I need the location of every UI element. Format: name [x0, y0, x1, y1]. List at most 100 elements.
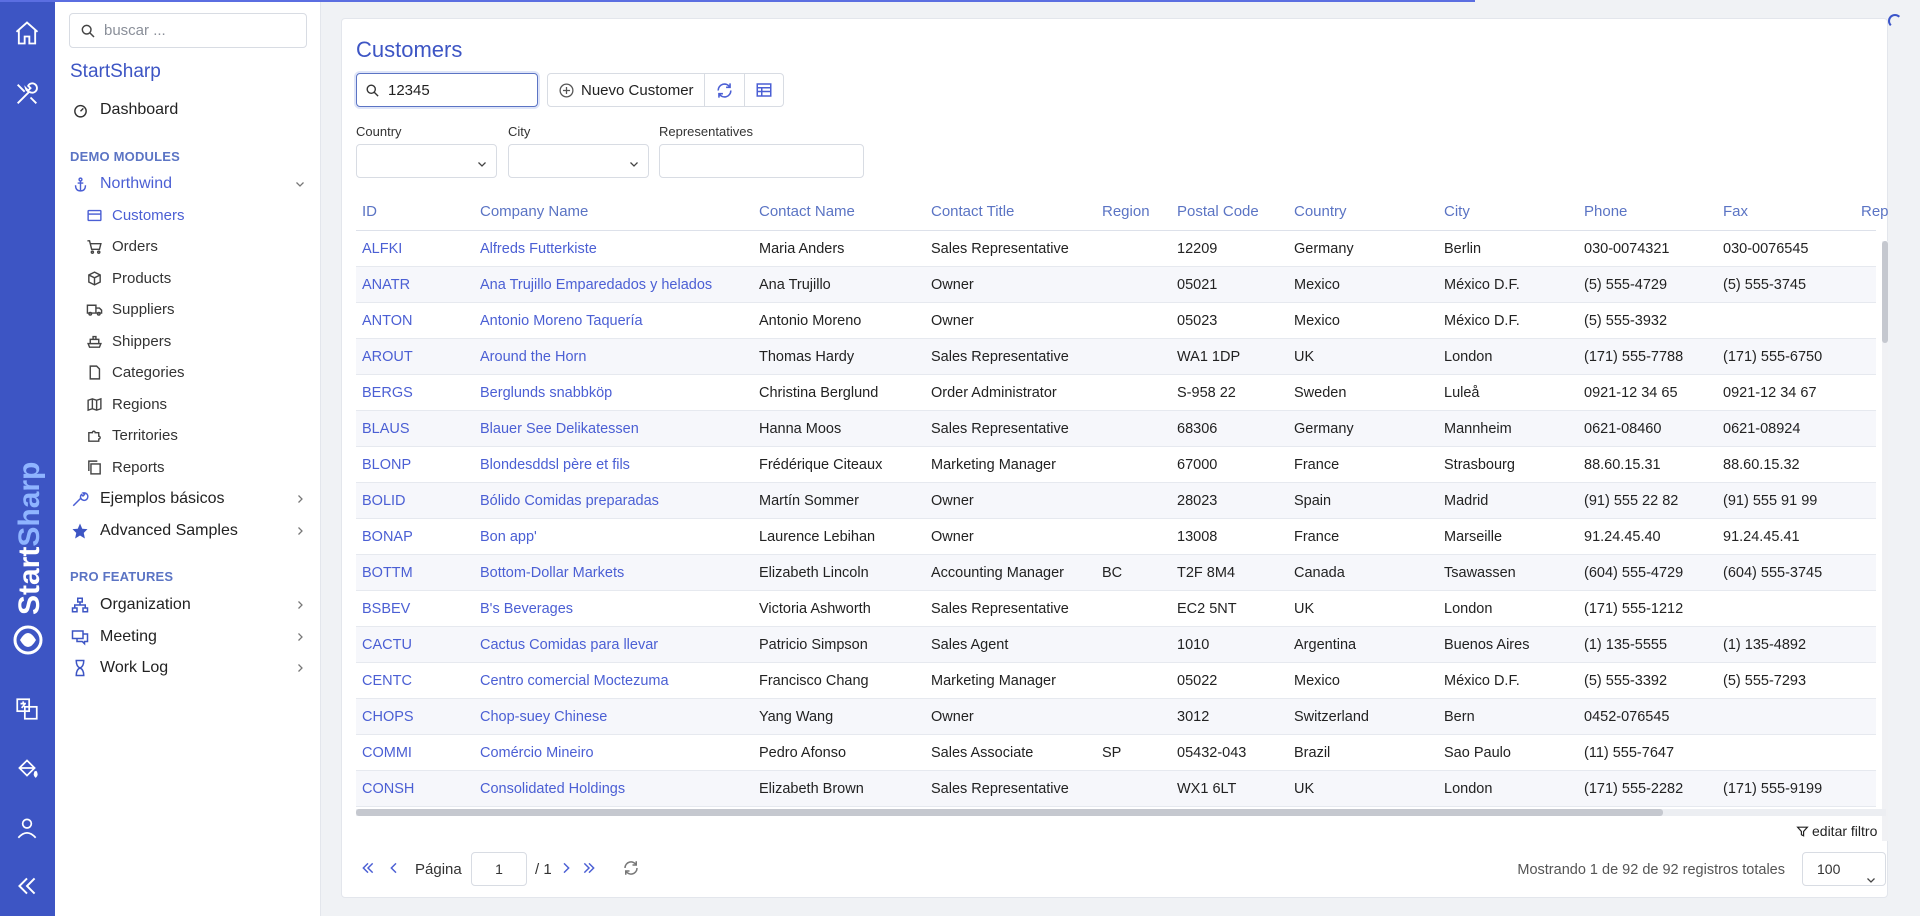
- table-row[interactable]: BOLID Bólido Comidas preparadas Martín Som…: [356, 483, 1876, 519]
- table-row[interactable]: BLONP Blondesddsl père et fils Frédérique …: [356, 447, 1876, 483]
- quick-search-input[interactable]: 12345: [356, 73, 538, 107]
- page-number-input[interactable]: 1: [471, 852, 527, 886]
- table-row[interactable]: BONAP Bon app' Laurence Lebihan Owner 13008 F…: [356, 519, 1876, 555]
- cell-id[interactable]: BLONP: [362, 457, 411, 473]
- sidebar-item-meeting[interactable]: Meeting: [70, 624, 310, 650]
- column-header-rep[interactable]: Rep: [1861, 203, 1889, 220]
- cell-id[interactable]: ANATR: [362, 277, 410, 293]
- cell-company-name[interactable]: Blondesddsl père et fils: [480, 457, 630, 473]
- cell-company-name[interactable]: Cactus Comidas para llevar: [480, 637, 658, 653]
- sidebar-item-products[interactable]: Products: [85, 266, 305, 290]
- tools-icon[interactable]: [11, 78, 43, 110]
- cell-id[interactable]: COMMI: [362, 745, 412, 761]
- cell-company-name[interactable]: Comércio Mineiro: [480, 745, 594, 761]
- sidebar-item-advanced-samples[interactable]: Advanced Samples: [70, 518, 310, 544]
- table-row[interactable]: ALFKI Alfreds Futterkiste Maria Anders Sale…: [356, 231, 1876, 267]
- table-row[interactable]: CACTU Cactus Comidas para llevar Patricio …: [356, 627, 1876, 663]
- horizontal-scrollbar[interactable]: [356, 809, 1886, 816]
- column-header-company-name[interactable]: Company Name: [480, 203, 588, 220]
- cell-company-name[interactable]: B's Beverages: [480, 601, 573, 617]
- table-row[interactable]: CONSH Consolidated Holdings Elizabeth Brow…: [356, 771, 1876, 807]
- column-header-contact-title[interactable]: Contact Title: [931, 203, 1014, 220]
- table-row[interactable]: BLAUS Blauer See Delikatessen Hanna Moos Sa…: [356, 411, 1876, 447]
- column-header-id[interactable]: ID: [362, 203, 377, 220]
- cell-id[interactable]: BLAUS: [362, 421, 410, 437]
- sidebar-item-categories[interactable]: Categories: [85, 360, 305, 384]
- representatives-filter-input[interactable]: [659, 144, 864, 178]
- table-row[interactable]: ANTON Antonio Moreno Taquería Antonio More…: [356, 303, 1876, 339]
- cell-id[interactable]: BONAP: [362, 529, 413, 545]
- vertical-scroll-thumb[interactable]: [1882, 241, 1888, 343]
- cell-company-name[interactable]: Bottom-Dollar Markets: [480, 565, 624, 581]
- edit-filter-link[interactable]: editar filtro: [1796, 823, 1877, 839]
- next-page-icon[interactable]: [558, 860, 574, 876]
- sidebar-item-organization[interactable]: Organization: [70, 592, 310, 618]
- table-row[interactable]: BOTTM Bottom-Dollar Markets Elizabeth Linc…: [356, 555, 1876, 591]
- sidebar-item-orders[interactable]: Orders: [85, 234, 305, 258]
- cell-company-name[interactable]: Bólido Comidas preparadas: [480, 493, 659, 509]
- sidebar-item-suppliers[interactable]: Suppliers: [85, 297, 305, 321]
- city-filter-select[interactable]: [508, 144, 649, 178]
- cell-id[interactable]: BOTTM: [362, 565, 413, 581]
- cell-company-name[interactable]: Chop-suey Chinese: [480, 709, 607, 725]
- cell-company-name[interactable]: Around the Horn: [480, 349, 586, 365]
- sidebar-item-work-log[interactable]: Work Log: [70, 655, 310, 681]
- sidebar-item-territories[interactable]: Territories: [85, 423, 305, 447]
- table-row[interactable]: AROUT Around the Horn Thomas Hardy Sales Re…: [356, 339, 1876, 375]
- country-filter-select[interactable]: [356, 144, 497, 178]
- refresh-button[interactable]: [705, 74, 745, 106]
- column-header-phone[interactable]: Phone: [1584, 203, 1627, 220]
- column-header-fax[interactable]: Fax: [1723, 203, 1748, 220]
- cell-company-name[interactable]: Centro comercial Moctezuma: [480, 673, 669, 689]
- cell-id[interactable]: ALFKI: [362, 241, 402, 257]
- sidebar-item-reports[interactable]: Reports: [85, 455, 305, 479]
- cell-company-name[interactable]: Berglunds snabbköp: [480, 385, 612, 401]
- sidebar-item-shippers[interactable]: Shippers: [85, 329, 305, 353]
- cell-id[interactable]: BERGS: [362, 385, 413, 401]
- cell-id[interactable]: ANTON: [362, 313, 413, 329]
- page-size-select[interactable]: 100: [1802, 852, 1886, 886]
- horizontal-scroll-thumb[interactable]: [356, 809, 1663, 816]
- reload-icon[interactable]: [622, 859, 640, 877]
- column-header-region[interactable]: Region: [1102, 203, 1150, 220]
- vertical-scrollbar[interactable]: [1882, 241, 1888, 841]
- cell-id[interactable]: AROUT: [362, 349, 413, 365]
- sidebar-search-input[interactable]: buscar ...: [69, 13, 307, 48]
- column-header-city[interactable]: City: [1444, 203, 1470, 220]
- table-row[interactable]: BSBEV B's Beverages Victoria Ashworth Sales…: [356, 591, 1876, 627]
- cell-company-name[interactable]: Ana Trujillo Emparedados y helados: [480, 277, 712, 293]
- column-header-postal-code[interactable]: Postal Code: [1177, 203, 1259, 220]
- cell-id[interactable]: CENTC: [362, 673, 412, 689]
- column-picker-button[interactable]: [745, 74, 783, 106]
- table-row[interactable]: COMMI Comércio Mineiro Pedro Afonso Sales A…: [356, 735, 1876, 771]
- cell-id[interactable]: CACTU: [362, 637, 412, 653]
- cell-company-name[interactable]: Alfreds Futterkiste: [480, 241, 597, 257]
- sidebar-item-dashboard[interactable]: Dashboard: [70, 97, 310, 123]
- collapse-icon[interactable]: [11, 870, 43, 902]
- prev-page-icon[interactable]: [386, 860, 402, 876]
- cell-company-name[interactable]: Antonio Moreno Taquería: [480, 313, 643, 329]
- translate-icon[interactable]: [11, 693, 43, 725]
- new-customer-button[interactable]: Nuevo Customer: [548, 74, 705, 106]
- first-page-icon[interactable]: [360, 860, 376, 876]
- table-row[interactable]: BERGS Berglunds snabbköp Christina Berglun…: [356, 375, 1876, 411]
- paint-bucket-icon[interactable]: [11, 752, 43, 784]
- sidebar-item-northwind[interactable]: Northwind: [70, 171, 310, 197]
- sidebar-item-regions[interactable]: Regions: [85, 392, 305, 416]
- user-icon[interactable]: [11, 812, 43, 844]
- cell-company-name[interactable]: Blauer See Delikatessen: [480, 421, 639, 437]
- cell-id[interactable]: BSBEV: [362, 601, 410, 617]
- table-row[interactable]: CENTC Centro comercial Moctezuma Francisco…: [356, 663, 1876, 699]
- sidebar-item-basic-examples[interactable]: Ejemplos básicos: [70, 486, 310, 512]
- cell-company-name[interactable]: Bon app': [480, 529, 537, 545]
- column-header-contact-name[interactable]: Contact Name: [759, 203, 855, 220]
- cell-company-name[interactable]: Consolidated Holdings: [480, 781, 625, 797]
- column-header-country[interactable]: Country: [1294, 203, 1347, 220]
- cell-id[interactable]: BOLID: [362, 493, 406, 509]
- table-row[interactable]: ANATR Ana Trujillo Emparedados y helados A…: [356, 267, 1876, 303]
- sidebar-item-customers[interactable]: Customers: [85, 203, 305, 227]
- cell-id[interactable]: CHOPS: [362, 709, 414, 725]
- home-icon[interactable]: [11, 17, 43, 49]
- table-row[interactable]: CHOPS Chop-suey Chinese Yang Wang Owner 3012…: [356, 699, 1876, 735]
- last-page-icon[interactable]: [581, 860, 597, 876]
